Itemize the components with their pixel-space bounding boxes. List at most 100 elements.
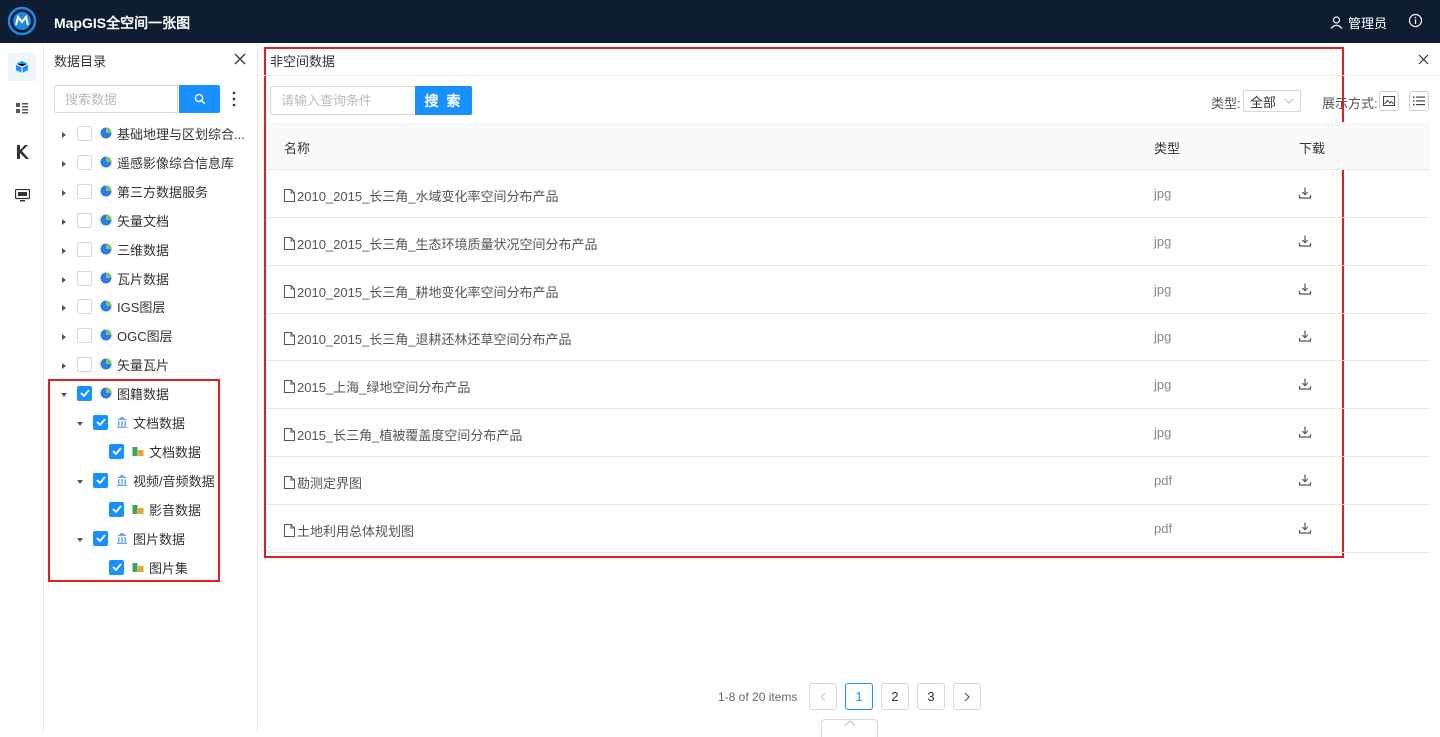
pagination-total: 1-8 of 20 items: [718, 690, 798, 704]
tree-checkbox[interactable]: [77, 212, 92, 228]
tree-checkbox[interactable]: [77, 241, 92, 257]
user-menu[interactable]: 管理员: [1330, 13, 1387, 32]
file-name-cell: 2010_2015_长三角_耕地变化率空间分布产品: [284, 282, 559, 301]
file-type: pdf: [1154, 520, 1173, 536]
table-row[interactable]: 勘测定界图 pdf: [266, 457, 1430, 505]
page-button[interactable]: 2: [881, 683, 909, 710]
query-input[interactable]: [270, 86, 416, 115]
file-icon: [284, 523, 295, 537]
caret-right-icon[interactable]: [59, 215, 69, 225]
tree-node[interactable]: 瓦片数据: [59, 266, 169, 290]
caret-right-icon[interactable]: [59, 359, 69, 369]
more-vertical-icon[interactable]: [232, 91, 236, 107]
download-icon[interactable]: [1298, 186, 1312, 200]
pie-chart-icon: [100, 243, 112, 255]
table-row[interactable]: 2010_2015_长三角_耕地变化率空间分布产品 jpg: [266, 266, 1430, 314]
close-icon[interactable]: [1418, 54, 1429, 65]
monitor-icon: [14, 188, 30, 201]
caret-right-icon[interactable]: [59, 301, 69, 311]
file-name-cell: 2015_长三角_植被覆盖度空间分布产品: [284, 425, 522, 444]
collapse-panel-tab[interactable]: [821, 719, 878, 737]
image-view-button[interactable]: [1379, 91, 1399, 111]
left-icon-bar: [0, 43, 44, 733]
data-catalog-nav[interactable]: [8, 53, 36, 81]
list-icon: [16, 103, 28, 114]
info-icon[interactable]: [1408, 13, 1423, 28]
tree-node[interactable]: OGC图层: [59, 323, 173, 347]
tree-node[interactable]: 矢量瓦片: [59, 352, 169, 376]
file-icon: [284, 332, 295, 346]
caret-right-icon[interactable]: [59, 128, 69, 138]
type-filter-select[interactable]: 全部: [1243, 90, 1301, 112]
file-name: 2015_上海_绿地空间分布产品: [297, 380, 471, 396]
tree-checkbox[interactable]: [77, 327, 92, 343]
search-button[interactable]: 搜 索: [415, 86, 472, 115]
table-header: 名称 类型 下载: [266, 122, 1430, 170]
pie-chart-icon: [100, 300, 112, 312]
list-view-button[interactable]: [1409, 91, 1429, 111]
download-icon[interactable]: [1298, 282, 1312, 296]
tree-checkbox[interactable]: [77, 270, 92, 286]
type-filter-value: 全部: [1250, 94, 1277, 110]
tree-node[interactable]: 基础地理与区划综合...: [59, 121, 245, 145]
table-row[interactable]: 2010_2015_长三角_退耕还林还草空间分布产品 jpg: [266, 313, 1430, 362]
file-name: 勘测定界图: [297, 475, 363, 491]
file-icon: [284, 236, 295, 250]
download-icon[interactable]: [1298, 234, 1312, 248]
caret-right-icon[interactable]: [59, 244, 69, 254]
caret-right-icon[interactable]: [59, 330, 69, 340]
table-row[interactable]: 2010_2015_长三角_生态环境质量状况空间分布产品 jpg: [266, 218, 1430, 266]
catalog-title: 数据目录: [54, 54, 107, 69]
pie-chart-icon: [100, 214, 112, 226]
top-bar: MapGIS全空间一张图 管理员: [0, 0, 1440, 43]
user-icon: [1330, 16, 1343, 29]
prev-page-button[interactable]: [809, 683, 837, 710]
next-page-button[interactable]: [953, 683, 981, 710]
column-header-name: 名称: [284, 141, 311, 156]
table-row[interactable]: 土地利用总体规划图 pdf: [266, 505, 1430, 553]
catalog-search-button[interactable]: [179, 85, 220, 113]
tree-node-label: 三维数据: [117, 242, 170, 258]
tree-node[interactable]: 遥感影像综合信息库: [59, 150, 234, 174]
tree-node[interactable]: 第三方数据服务: [59, 179, 208, 203]
file-name: 2010_2015_长三角_生态环境质量状况空间分布产品: [297, 236, 598, 252]
catalog-search-input[interactable]: [54, 85, 178, 113]
tree-checkbox[interactable]: [77, 356, 92, 372]
file-type: jpg: [1154, 281, 1172, 297]
tree-node[interactable]: 矢量文档: [59, 208, 169, 232]
caret-right-icon[interactable]: [59, 186, 69, 196]
close-icon[interactable]: [234, 53, 246, 65]
tree-checkbox[interactable]: [77, 154, 92, 170]
download-icon[interactable]: [1298, 521, 1312, 535]
caret-right-icon[interactable]: [59, 157, 69, 167]
app-title: MapGIS全空间一张图: [54, 15, 191, 31]
pie-chart-icon: [100, 329, 112, 341]
tree-node-label: 矢量文档: [117, 213, 170, 229]
file-name-cell: 2010_2015_长三角_生态环境质量状况空间分布产品: [284, 234, 598, 253]
page-button[interactable]: 3: [917, 683, 945, 710]
download-icon[interactable]: [1298, 329, 1312, 343]
tree-node[interactable]: 三维数据: [59, 237, 169, 261]
tree-node[interactable]: IGS图层: [59, 294, 165, 318]
list-view-icon: [1413, 96, 1425, 106]
download-icon[interactable]: [1298, 473, 1312, 487]
display-mode-label: 展示方式:: [1322, 96, 1378, 111]
download-icon[interactable]: [1298, 425, 1312, 439]
table-row[interactable]: 2010_2015_长三角_水域变化率空间分布产品 jpg: [266, 170, 1430, 218]
file-icon: [284, 189, 295, 202]
tree-checkbox[interactable]: [77, 298, 92, 314]
file-type: jpg: [1154, 186, 1172, 201]
file-type: jpg: [1154, 329, 1172, 345]
table-row[interactable]: 2015_上海_绿地空间分布产品 jpg: [266, 361, 1430, 410]
screen-nav[interactable]: [8, 181, 36, 209]
tool-nav[interactable]: [8, 138, 36, 166]
image-icon: [1383, 96, 1395, 106]
layer-list-nav[interactable]: [8, 94, 36, 122]
tree-checkbox[interactable]: [77, 183, 92, 199]
table-row[interactable]: 2015_长三角_植被覆盖度空间分布产品 jpg: [266, 409, 1430, 457]
tree-checkbox[interactable]: [77, 125, 92, 141]
download-icon[interactable]: [1298, 377, 1312, 391]
caret-right-icon[interactable]: [59, 273, 69, 283]
page-button[interactable]: 1: [845, 683, 873, 710]
file-icon: [284, 428, 295, 441]
